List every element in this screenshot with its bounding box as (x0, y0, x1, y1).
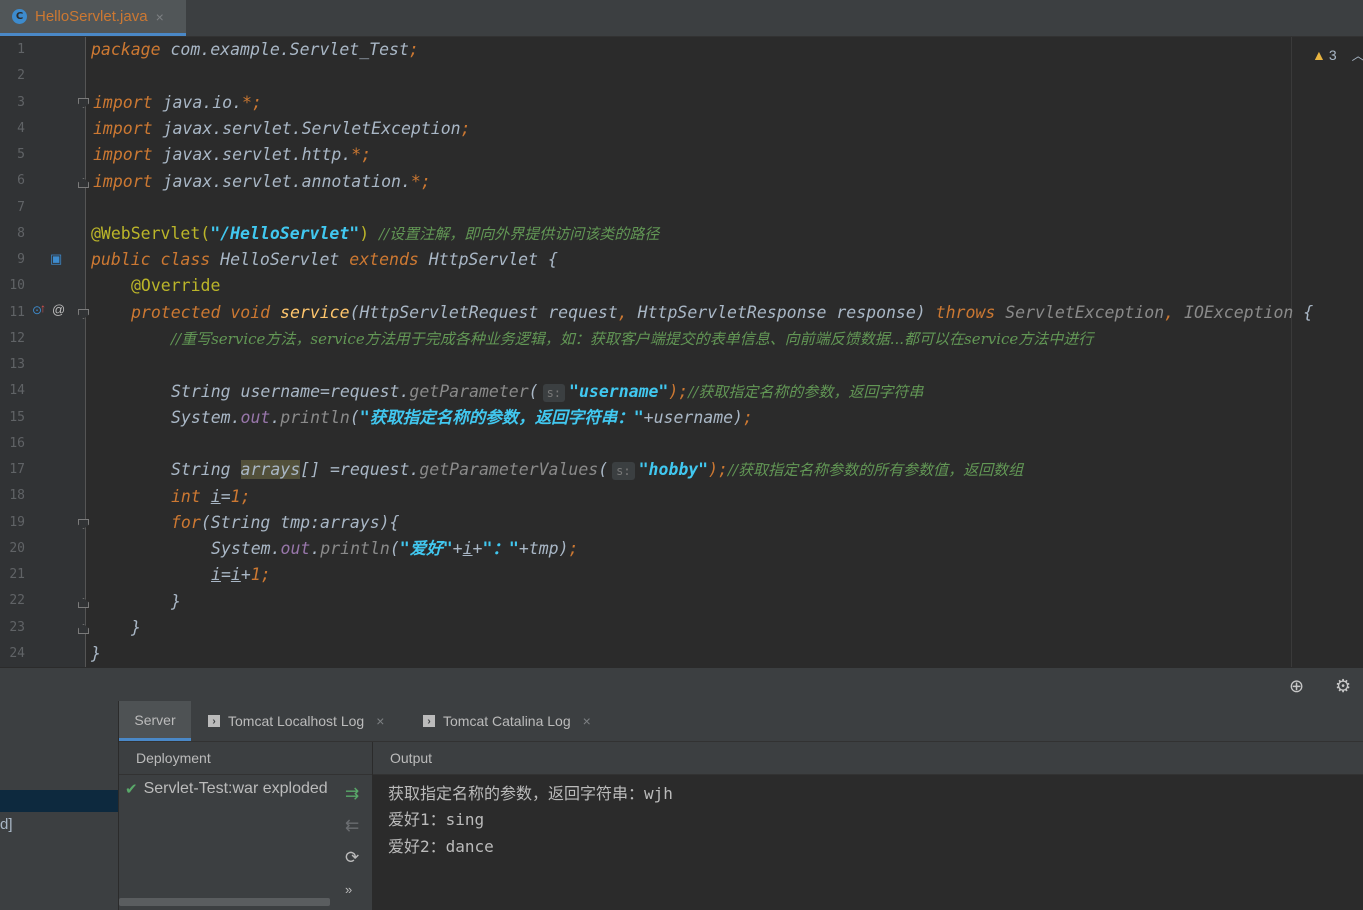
code-line-14: String username=request.getParameter(s: "… (171, 382, 924, 402)
line-number: 3 (17, 95, 25, 110)
code-line-23: } (131, 618, 141, 637)
editor-scrollbar[interactable] (1347, 37, 1363, 667)
console-icon: › (208, 715, 220, 727)
selected-tree-row[interactable] (0, 790, 118, 812)
line-number: 17 (9, 462, 25, 477)
undeploy-icon[interactable]: ⇇ (345, 816, 359, 836)
code-line-12: //重写service方法，service方法用于完成各种业务逻辑，如：获取客户… (171, 330, 1094, 348)
crosshair-icon[interactable]: ⊕ (1289, 676, 1304, 697)
line-number: 13 (9, 357, 25, 372)
line-number: 23 (9, 620, 25, 635)
tab-localhost-log-label: Tomcat Localhost Log (228, 713, 365, 729)
code-line-5: import javax.servlet.http.*; (93, 145, 372, 164)
warning-icon: ▲ (1312, 46, 1326, 63)
gutter-separator (85, 37, 86, 667)
param-hint: s: (612, 461, 635, 480)
line-number: 16 (9, 436, 25, 451)
code-line-22: } (171, 592, 181, 611)
tab-tomcat-localhost-log[interactable]: › Tomcat Localhost Log × (208, 701, 384, 741)
line-number: 4 (17, 121, 25, 136)
code-line-15: System.out.println("获取指定名称的参数，返回字符串："+us… (171, 408, 753, 427)
code-line-21: i=i+1; (211, 565, 271, 584)
deployment-item-label: Servlet-Test:war exploded (143, 780, 328, 797)
implemented-class-icon[interactable]: ▣ (50, 251, 62, 267)
services-tree[interactable]: d] (0, 701, 119, 910)
annotation-icon[interactable]: @ (52, 302, 65, 317)
override-arrow-icon: ↑ (40, 301, 46, 315)
output-header: Output (373, 742, 1363, 775)
line-number: 9 (17, 252, 25, 267)
code-line-6: import javax.servlet.annotation.*; (93, 172, 431, 191)
tab-label: HelloServlet.java (35, 8, 148, 25)
line-number: 14 (9, 383, 25, 398)
deployment-panel: Deployment ✔ Servlet-Test:war exploded ⇉… (119, 742, 373, 910)
line-number: 21 (9, 567, 25, 582)
close-icon[interactable]: × (376, 713, 384, 729)
code-line-20: System.out.println("爱好"+i+"："+tmp); (211, 539, 579, 558)
right-margin-guide (1291, 37, 1292, 667)
output-line: 获取指定名称的参数，返回字符串：wjh (388, 784, 673, 803)
line-number: 24 (9, 646, 25, 661)
output-panel[interactable]: Output 获取指定名称的参数，返回字符串：wjh 爱好1：sing 爱好2：… (373, 742, 1363, 910)
truncated-tree-label: d] (0, 816, 13, 833)
checkmark-icon: ✔ (125, 781, 138, 798)
param-hint: s: (542, 383, 566, 402)
deploy-icon[interactable]: ⇉ (345, 784, 359, 804)
tab-tomcat-catalina-log[interactable]: › Tomcat Catalina Log × (423, 701, 591, 741)
deployment-item[interactable]: ✔ Servlet-Test:war exploded (125, 780, 328, 798)
code-line-19: for(String tmp:arrays){ (171, 513, 400, 532)
line-number: 2 (17, 68, 25, 83)
line-number: 1 (17, 42, 25, 57)
line-number: 7 (17, 200, 25, 215)
code-line-9: public class HelloServlet extends HttpSe… (91, 250, 558, 269)
line-number: 10 (9, 278, 25, 293)
code-line-8: @WebServlet("/HelloServlet") //设置注解，即向外界… (91, 224, 660, 243)
line-number: 20 (9, 541, 25, 556)
editor-tab-bar: C HelloServlet.java × (0, 0, 1363, 37)
code-line-4: import javax.servlet.ServletException; (93, 119, 471, 138)
chevron-up-icon[interactable]: ︿ (1352, 45, 1363, 64)
tab-server-label: Server (134, 711, 176, 728)
warning-count: 3 (1328, 46, 1337, 63)
tab-server[interactable]: Server (119, 701, 191, 741)
line-number: 19 (9, 515, 25, 530)
close-icon[interactable]: × (583, 713, 591, 729)
line-number: 6 (17, 173, 25, 188)
inspection-widget[interactable]: ▲ 3 ︿ (1312, 45, 1363, 64)
horizontal-scrollbar[interactable] (119, 898, 330, 906)
refresh-icon[interactable]: ⟳ (345, 848, 359, 868)
line-number: 22 (9, 593, 25, 608)
output-line: 爱好1：sing (388, 810, 485, 829)
line-number: 15 (9, 410, 25, 425)
console-icon: › (423, 715, 435, 727)
code-line-17: String arrays[] =request.getParameterVal… (171, 460, 1024, 480)
server-tabs: Server › Tomcat Localhost Log × › Tomcat… (119, 701, 1363, 742)
gear-icon[interactable]: ⚙ (1335, 676, 1351, 697)
line-number: 8 (17, 226, 25, 241)
code-line-1: package com.example.Servlet_Test; (91, 40, 419, 59)
services-tool-window: ⊕ ⚙ d] Server › Tomcat Localhost Log × ›… (0, 667, 1363, 910)
more-actions-icon[interactable]: » (345, 882, 352, 897)
java-class-icon: C (12, 9, 27, 24)
code-line-10: @Override (131, 276, 221, 295)
code-line-24: } (91, 644, 101, 663)
deployment-header: Deployment (119, 742, 372, 775)
code-line-3: import java.io.*; (93, 93, 262, 112)
code-line-18: int i=1; (171, 487, 251, 506)
tab-catalina-log-label: Tomcat Catalina Log (443, 713, 571, 729)
line-number: 12 (9, 331, 25, 346)
close-icon[interactable]: × (156, 9, 164, 25)
line-number: 11 (9, 305, 25, 320)
code-editor[interactable]: ▲ 3 ︿ ▣ ⊙ ↑ @ 1 2 3 4 5 6 7 8 9 10 11 12… (0, 37, 1363, 667)
output-line: 爱好2：dance (388, 837, 494, 856)
tool-window-actions: ⊕ ⚙ (1283, 676, 1363, 700)
line-number: 18 (9, 488, 25, 503)
code-line-11: protected void service(HttpServletReques… (131, 303, 1314, 322)
line-number: 5 (17, 147, 25, 162)
tab-helloservlet-java[interactable]: C HelloServlet.java × (0, 0, 186, 36)
